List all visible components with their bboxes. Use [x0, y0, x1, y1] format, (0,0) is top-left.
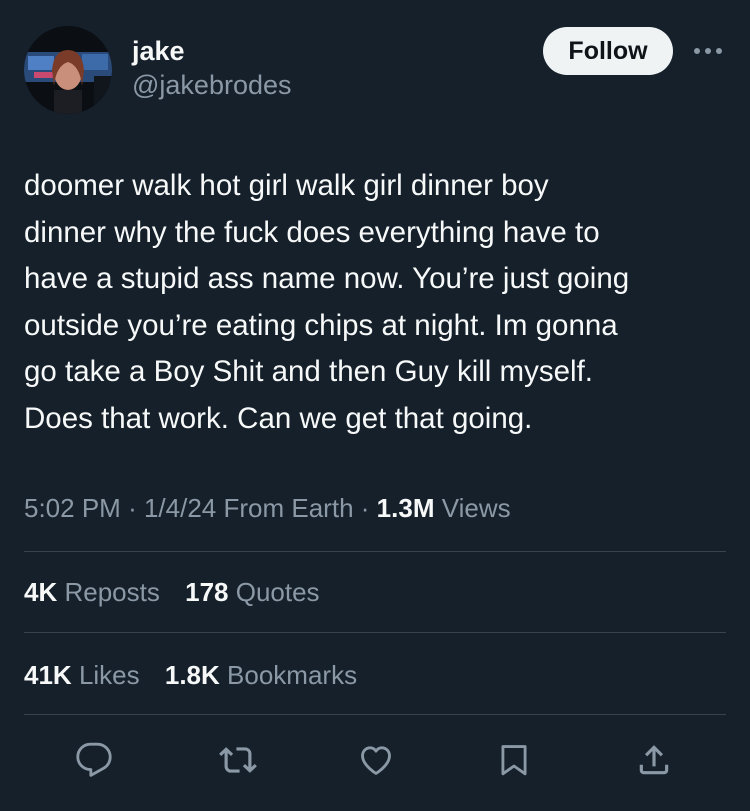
- tweet-source: From Earth: [223, 493, 354, 523]
- bookmarks-stat[interactable]: 1.8K Bookmarks: [165, 657, 357, 693]
- divider: [24, 551, 726, 552]
- views-label: Views: [441, 493, 511, 523]
- share-icon: [639, 745, 669, 775]
- meta-separator: ·: [128, 493, 137, 523]
- quotes-stat[interactable]: 178 Quotes: [185, 574, 319, 610]
- divider: [24, 714, 726, 715]
- follow-button[interactable]: Follow: [543, 27, 673, 75]
- likes-stat[interactable]: 41K Likes: [24, 657, 140, 693]
- stats-row-reposts: 4K Reposts 178 Quotes: [24, 574, 338, 610]
- avatar-image: [24, 26, 112, 114]
- like-button[interactable]: [354, 738, 398, 782]
- quotes-label: Quotes: [235, 577, 320, 607]
- bookmarks-label: Bookmarks: [227, 660, 358, 690]
- reposts-label: Reposts: [64, 577, 160, 607]
- repost-icon: [219, 747, 257, 773]
- action-bar: [0, 732, 750, 788]
- bookmark-icon: [501, 745, 527, 776]
- repost-button[interactable]: [216, 738, 260, 782]
- quotes-count: 178: [185, 577, 229, 607]
- bookmark-button[interactable]: [492, 738, 536, 782]
- reposts-stat[interactable]: 4K Reposts: [24, 574, 160, 610]
- tweet-date[interactable]: 1/4/24: [144, 493, 216, 523]
- reply-icon: [76, 742, 112, 777]
- likes-label: Likes: [78, 660, 140, 690]
- bookmarks-count: 1.8K: [164, 660, 220, 690]
- reposts-count: 4K: [24, 577, 58, 607]
- author-names: jake @jakebrodes: [132, 34, 292, 102]
- tweet-header: jake @jakebrodes Follow: [24, 24, 726, 116]
- views-count: 1.3M: [376, 493, 435, 523]
- tweet-time[interactable]: 5:02 PM: [24, 493, 121, 523]
- like-icon: [361, 746, 391, 775]
- tweet-text: doomer walk hot girl walk girl dinner bo…: [24, 169, 630, 435]
- more-options-button[interactable]: [690, 36, 726, 66]
- tweet-meta: 5:02 PM · 1/4/24 From Earth · 1.3M Views: [24, 490, 511, 526]
- author-display-name[interactable]: jake: [132, 34, 292, 68]
- reply-button[interactable]: [72, 738, 116, 782]
- likes-count: 41K: [24, 660, 72, 690]
- more-dots-icon: [694, 48, 722, 54]
- avatar[interactable]: [24, 26, 112, 114]
- author-handle[interactable]: @jakebrodes: [132, 68, 292, 102]
- meta-separator: ·: [360, 493, 370, 523]
- share-button[interactable]: [632, 738, 676, 782]
- divider: [24, 632, 726, 633]
- stats-row-likes: 41K Likes 1.8K Bookmarks: [24, 657, 375, 693]
